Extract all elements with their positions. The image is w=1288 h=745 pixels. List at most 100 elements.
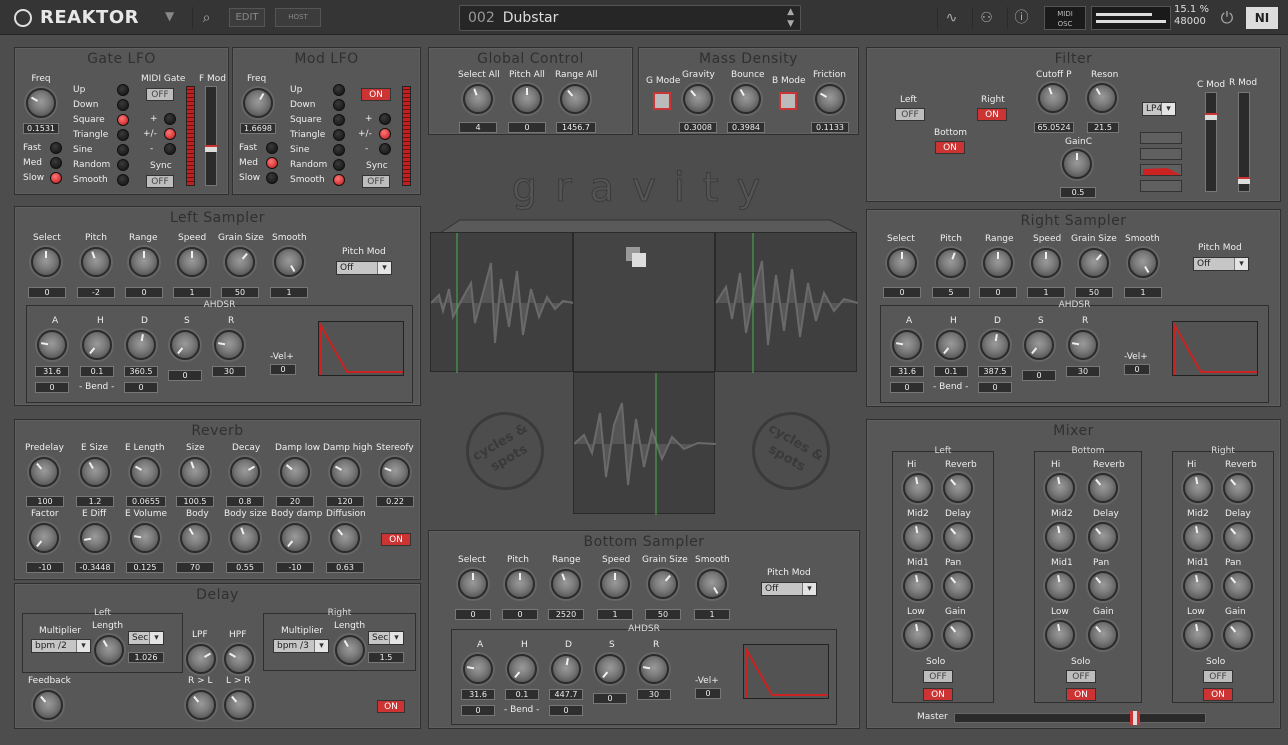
sustain-knob[interactable] xyxy=(1024,330,1054,360)
filter-right-toggle[interactable]: ON xyxy=(977,108,1007,121)
factor-value[interactable]: -10 xyxy=(26,562,64,573)
e-volume-value[interactable]: 0.125 xyxy=(126,562,164,573)
particle[interactable] xyxy=(632,253,646,267)
gravity-knob[interactable] xyxy=(683,84,713,114)
mod-freq-knob[interactable] xyxy=(243,88,273,118)
filter-left-toggle[interactable]: OFF xyxy=(895,108,925,121)
smooth-value[interactable]: 1 xyxy=(694,609,730,620)
preset-selector[interactable]: 002 Dubstar ▲ ▼ xyxy=(459,5,801,31)
damp-high-knob[interactable] xyxy=(330,457,360,487)
polarity-minus-led[interactable] xyxy=(379,143,391,155)
bend-right-value[interactable]: 0 xyxy=(124,382,158,393)
sustain-value[interactable]: 0 xyxy=(593,693,627,704)
speed-knob[interactable] xyxy=(177,247,207,277)
speed-med-led[interactable] xyxy=(50,157,62,169)
e-length-value[interactable]: 0.0655 xyxy=(126,496,166,507)
sync-toggle[interactable]: OFF xyxy=(146,175,174,188)
bend-left-value[interactable]: 0 xyxy=(461,705,495,716)
select-all-value[interactable]: 4 xyxy=(459,122,497,133)
body-damp-knob[interactable] xyxy=(280,523,310,553)
fx-delay-knob[interactable] xyxy=(1223,522,1253,552)
attack-value[interactable]: 31.6 xyxy=(890,366,924,377)
fader-cap[interactable] xyxy=(1205,113,1217,120)
r-to-l-knob[interactable] xyxy=(186,690,216,720)
wave-square-led[interactable] xyxy=(117,114,129,126)
vel-value[interactable]: 0 xyxy=(270,364,296,375)
fx-gain-knob[interactable] xyxy=(1223,620,1253,650)
wave-up-led[interactable] xyxy=(117,84,129,96)
channel-on-toggle[interactable]: ON xyxy=(923,688,953,701)
fx-reverb-knob[interactable] xyxy=(1088,473,1118,503)
lpf-knob[interactable] xyxy=(186,644,216,674)
range-value[interactable]: 0 xyxy=(125,287,163,298)
pitch-mod-dropdown[interactable]: Off xyxy=(761,582,817,596)
feedback-knob[interactable] xyxy=(33,690,63,720)
body-knob[interactable] xyxy=(180,523,210,553)
bend-right-value[interactable]: 0 xyxy=(978,382,1012,393)
range-knob[interactable] xyxy=(551,569,581,599)
sustain-knob[interactable] xyxy=(595,654,625,684)
e-diff-value[interactable]: -0.3448 xyxy=(75,562,115,573)
e-size-knob[interactable] xyxy=(80,457,110,487)
wave-triangle-led[interactable] xyxy=(117,129,129,141)
e-volume-knob[interactable] xyxy=(130,523,160,553)
decay-knob[interactable] xyxy=(126,330,156,360)
attack-knob[interactable] xyxy=(463,654,493,684)
pitch-mod-dropdown[interactable]: Off xyxy=(336,261,392,275)
attack-knob[interactable] xyxy=(892,330,922,360)
body-damp-value[interactable]: -10 xyxy=(276,562,314,573)
bounce-value[interactable]: 0.3984 xyxy=(727,122,765,133)
decay-value[interactable]: 360.5 xyxy=(124,366,158,377)
pitch-mod-dropdown[interactable]: Off xyxy=(1193,257,1249,271)
wave-up-led[interactable] xyxy=(333,84,345,96)
speed-fast-led[interactable] xyxy=(266,142,278,154)
range-value[interactable]: 0 xyxy=(979,287,1017,298)
diffusion-knob[interactable] xyxy=(330,523,360,553)
body-size-value[interactable]: 0.55 xyxy=(226,562,264,573)
eq-hi-knob[interactable] xyxy=(1183,473,1213,503)
speed-fast-led[interactable] xyxy=(50,142,62,154)
hold-value[interactable]: 0.1 xyxy=(80,366,114,377)
power-icon[interactable]: ⏻ xyxy=(1213,7,1241,29)
fader-cap[interactable] xyxy=(205,145,217,152)
release-value[interactable]: 30 xyxy=(212,366,246,377)
filter-slot-3[interactable] xyxy=(1140,164,1182,176)
sustain-value[interactable]: 0 xyxy=(1022,370,1056,381)
hold-value[interactable]: 0.1 xyxy=(934,366,968,377)
range-all-value[interactable]: 1456.7 xyxy=(556,122,596,133)
b-mode-button[interactable] xyxy=(779,92,797,110)
bend-left-value[interactable]: 0 xyxy=(35,382,69,393)
fx-delay-knob[interactable] xyxy=(1088,522,1118,552)
grain-size-knob[interactable] xyxy=(648,569,678,599)
gate-freq-knob[interactable] xyxy=(26,88,56,118)
right-multiplier-dropdown[interactable]: bpm /3 xyxy=(273,639,329,653)
solo-toggle[interactable]: OFF xyxy=(1066,670,1096,683)
tape-icon[interactable]: ⚇ xyxy=(972,7,1000,29)
decay-knob[interactable] xyxy=(980,330,1010,360)
smooth-knob[interactable] xyxy=(274,247,304,277)
hpf-knob[interactable] xyxy=(224,644,254,674)
range-knob[interactable] xyxy=(983,248,1013,278)
pitch-knob[interactable] xyxy=(936,248,966,278)
e-diff-knob[interactable] xyxy=(80,523,110,553)
eq-low-knob[interactable] xyxy=(1183,620,1213,650)
eq-low-knob[interactable] xyxy=(903,620,933,650)
gain-value[interactable]: 0.5 xyxy=(1060,187,1096,198)
body-value[interactable]: 70 xyxy=(176,562,214,573)
particle-view[interactable] xyxy=(573,232,715,372)
pitch-value[interactable]: 5 xyxy=(932,287,970,298)
release-value[interactable]: 30 xyxy=(1066,366,1100,377)
range-value[interactable]: 2520 xyxy=(548,609,584,620)
polarity-plus-led[interactable] xyxy=(379,113,391,125)
select-knob[interactable] xyxy=(887,248,917,278)
right-waveform[interactable] xyxy=(715,232,858,373)
eq-mid2-knob[interactable] xyxy=(1183,522,1213,552)
grain-size-value[interactable]: 50 xyxy=(645,609,681,620)
pitch-all-value[interactable]: 0 xyxy=(508,122,546,133)
e-size-value[interactable]: 1.2 xyxy=(76,496,114,507)
reson-value[interactable]: 21.5 xyxy=(1087,122,1119,133)
hold-knob[interactable] xyxy=(82,330,112,360)
predelay-value[interactable]: 100 xyxy=(26,496,64,507)
polarity-plus-led[interactable] xyxy=(164,113,176,125)
release-knob[interactable] xyxy=(1068,330,1098,360)
